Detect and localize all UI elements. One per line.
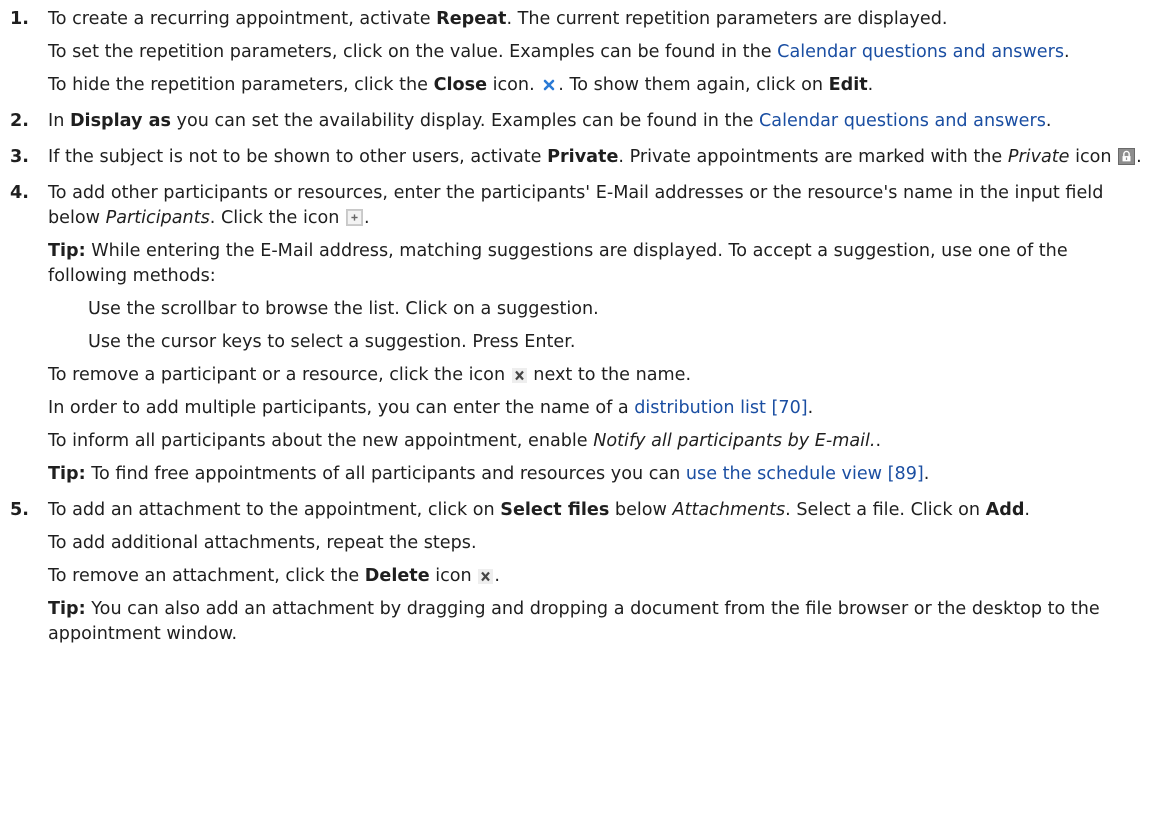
step-number: 1.	[10, 9, 29, 29]
step-1-intro: To create a recurring appointment, activ…	[48, 9, 948, 29]
lock-icon	[1118, 148, 1136, 165]
plus-icon	[346, 209, 364, 226]
sub-item-cursor-keys: Use the cursor keys to select a suggesti…	[88, 332, 576, 352]
schedule-view-link[interactable]: use the schedule view [89]	[686, 464, 924, 484]
step-number: 5.	[10, 500, 29, 520]
tip-label: Tip:	[48, 599, 86, 619]
step-4: 4. To add other participants or resource…	[10, 181, 1146, 487]
edit-label: Edit	[828, 75, 868, 95]
step-4-tip-schedule: Tip: To find free appointments of all pa…	[48, 464, 930, 484]
step-5-repeat: To add additional attachments, repeat th…	[48, 533, 477, 553]
step-1: 1. To create a recurring appointment, ac…	[10, 7, 1146, 98]
tip-label: Tip:	[48, 241, 86, 261]
step-number: 2.	[10, 111, 29, 131]
attachments-italic: Attachments	[672, 500, 786, 520]
step-4-remove-participant: To remove a participant or a resource, c…	[48, 365, 692, 385]
sub-item-scrollbar: Use the scrollbar to browse the list. Cl…	[88, 299, 599, 319]
step-number: 4.	[10, 183, 29, 203]
step-5: 5. To add an attachment to the appointme…	[10, 498, 1146, 647]
select-files-label: Select files	[500, 500, 610, 520]
step-4-notify: To inform all participants about the new…	[48, 431, 882, 451]
display-as-label: Display as	[69, 111, 171, 131]
calendar-qa-link[interactable]: Calendar questions and answers	[777, 42, 1064, 62]
step-3-text: If the subject is not to be shown to oth…	[48, 147, 1142, 167]
step-4-add-participants: To add other participants or resources, …	[48, 183, 1104, 228]
repeat-label: Repeat	[436, 9, 507, 29]
step-2-text: In Display as you can set the availabili…	[48, 111, 1052, 131]
calendar-qa-link[interactable]: Calendar questions and answers	[759, 111, 1046, 131]
close-label: Close	[433, 75, 487, 95]
close-icon	[543, 79, 555, 91]
private-label: Private	[547, 147, 619, 167]
step-5-add-attachment: To add an attachment to the appointment,…	[48, 500, 1031, 520]
step-3: 3. If the subject is not to be shown to …	[10, 145, 1146, 170]
step-5-tip-drag: Tip: You can also add an attachment by d…	[48, 599, 1100, 644]
distribution-list-link[interactable]: distribution list [70]	[634, 398, 807, 418]
step-number: 3.	[10, 147, 29, 167]
x-icon	[511, 368, 527, 383]
delete-icon	[478, 569, 494, 584]
delete-label: Delete	[364, 566, 430, 586]
step-2: 2. In Display as you can set the availab…	[10, 109, 1146, 134]
step-4-distribution-list: In order to add multiple participants, y…	[48, 398, 814, 418]
step-4-tip-suggestions: Tip: While entering the E-Mail address, …	[48, 241, 1068, 286]
private-italic: Private	[1007, 147, 1070, 167]
add-label: Add	[985, 500, 1025, 520]
tip-label: Tip:	[48, 464, 86, 484]
document: 1. To create a recurring appointment, ac…	[0, 0, 1156, 647]
notify-italic: Notify all participants by E-mail.	[593, 431, 876, 451]
step-1-hide-params: To hide the repetition parameters, click…	[48, 75, 874, 95]
participants-italic: Participants	[105, 208, 210, 228]
step-1-set-params: To set the repetition parameters, click …	[48, 42, 1070, 62]
step-5-remove-attachment: To remove an attachment, click the Delet…	[48, 566, 500, 586]
